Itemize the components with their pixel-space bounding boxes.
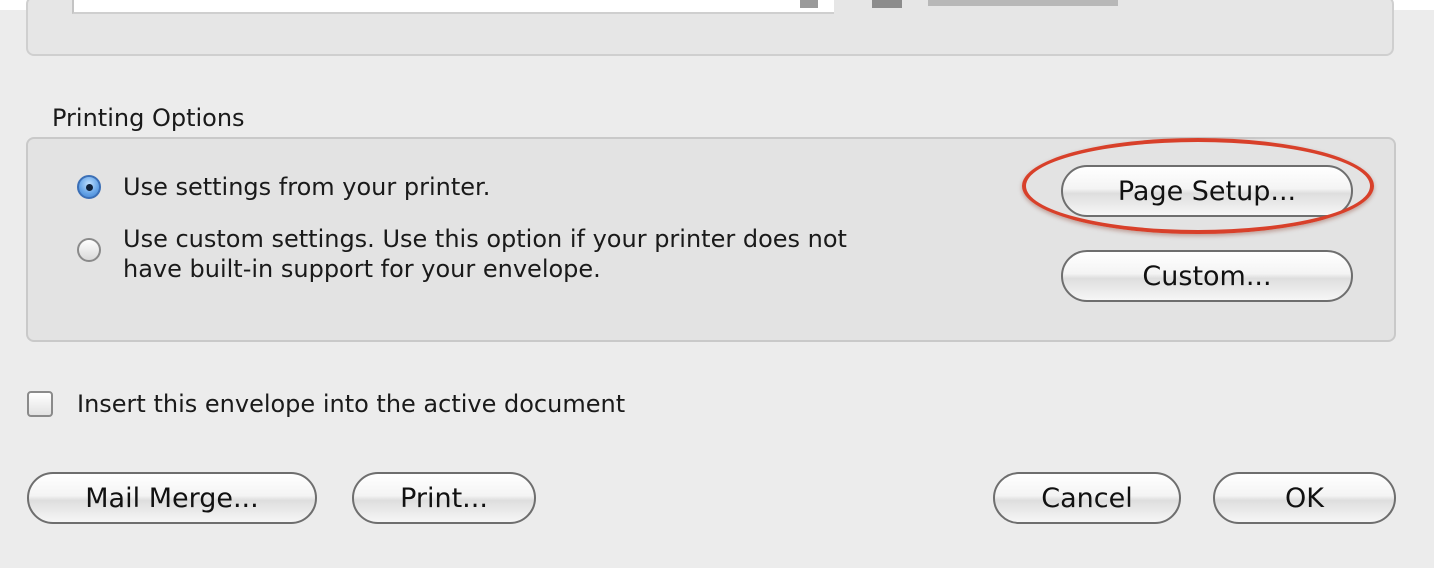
radio-dot-icon: [86, 184, 93, 191]
cancel-button[interactable]: Cancel: [993, 472, 1181, 524]
insert-envelope-label: Insert this envelope into the active doc…: [77, 390, 626, 418]
previous-section-field: [72, 0, 834, 14]
custom-button[interactable]: Custom...: [1061, 250, 1353, 302]
ok-button[interactable]: OK: [1213, 472, 1396, 524]
radio-use-custom-settings-label: Use custom settings. Use this option if …: [123, 224, 847, 284]
insert-envelope-row[interactable]: Insert this envelope into the active doc…: [27, 390, 625, 418]
previous-section-text-fragment: [928, 0, 1118, 6]
print-button[interactable]: Print...: [352, 472, 536, 524]
previous-section-box: [26, 0, 1394, 56]
printing-options-title: Printing Options: [52, 104, 245, 132]
radio-custom-line-1: Use custom settings. Use this option if …: [123, 225, 847, 253]
radio-custom-line-2: have built-in support for your envelope.: [123, 255, 601, 283]
page-setup-button[interactable]: Page Setup...: [1061, 165, 1353, 217]
radio-use-printer-settings-label: Use settings from your printer.: [123, 173, 491, 201]
radio-button-unselected[interactable]: [77, 238, 101, 262]
radio-use-custom-settings[interactable]: Use custom settings. Use this option if …: [77, 224, 847, 284]
radio-button-selected[interactable]: [77, 175, 101, 199]
mail-merge-button[interactable]: Mail Merge...: [27, 472, 317, 524]
previous-section-control-fragment: [800, 0, 818, 8]
insert-envelope-checkbox[interactable]: [27, 391, 53, 417]
radio-use-printer-settings[interactable]: Use settings from your printer.: [77, 172, 490, 202]
previous-section-checkbox-fragment: [872, 0, 902, 8]
